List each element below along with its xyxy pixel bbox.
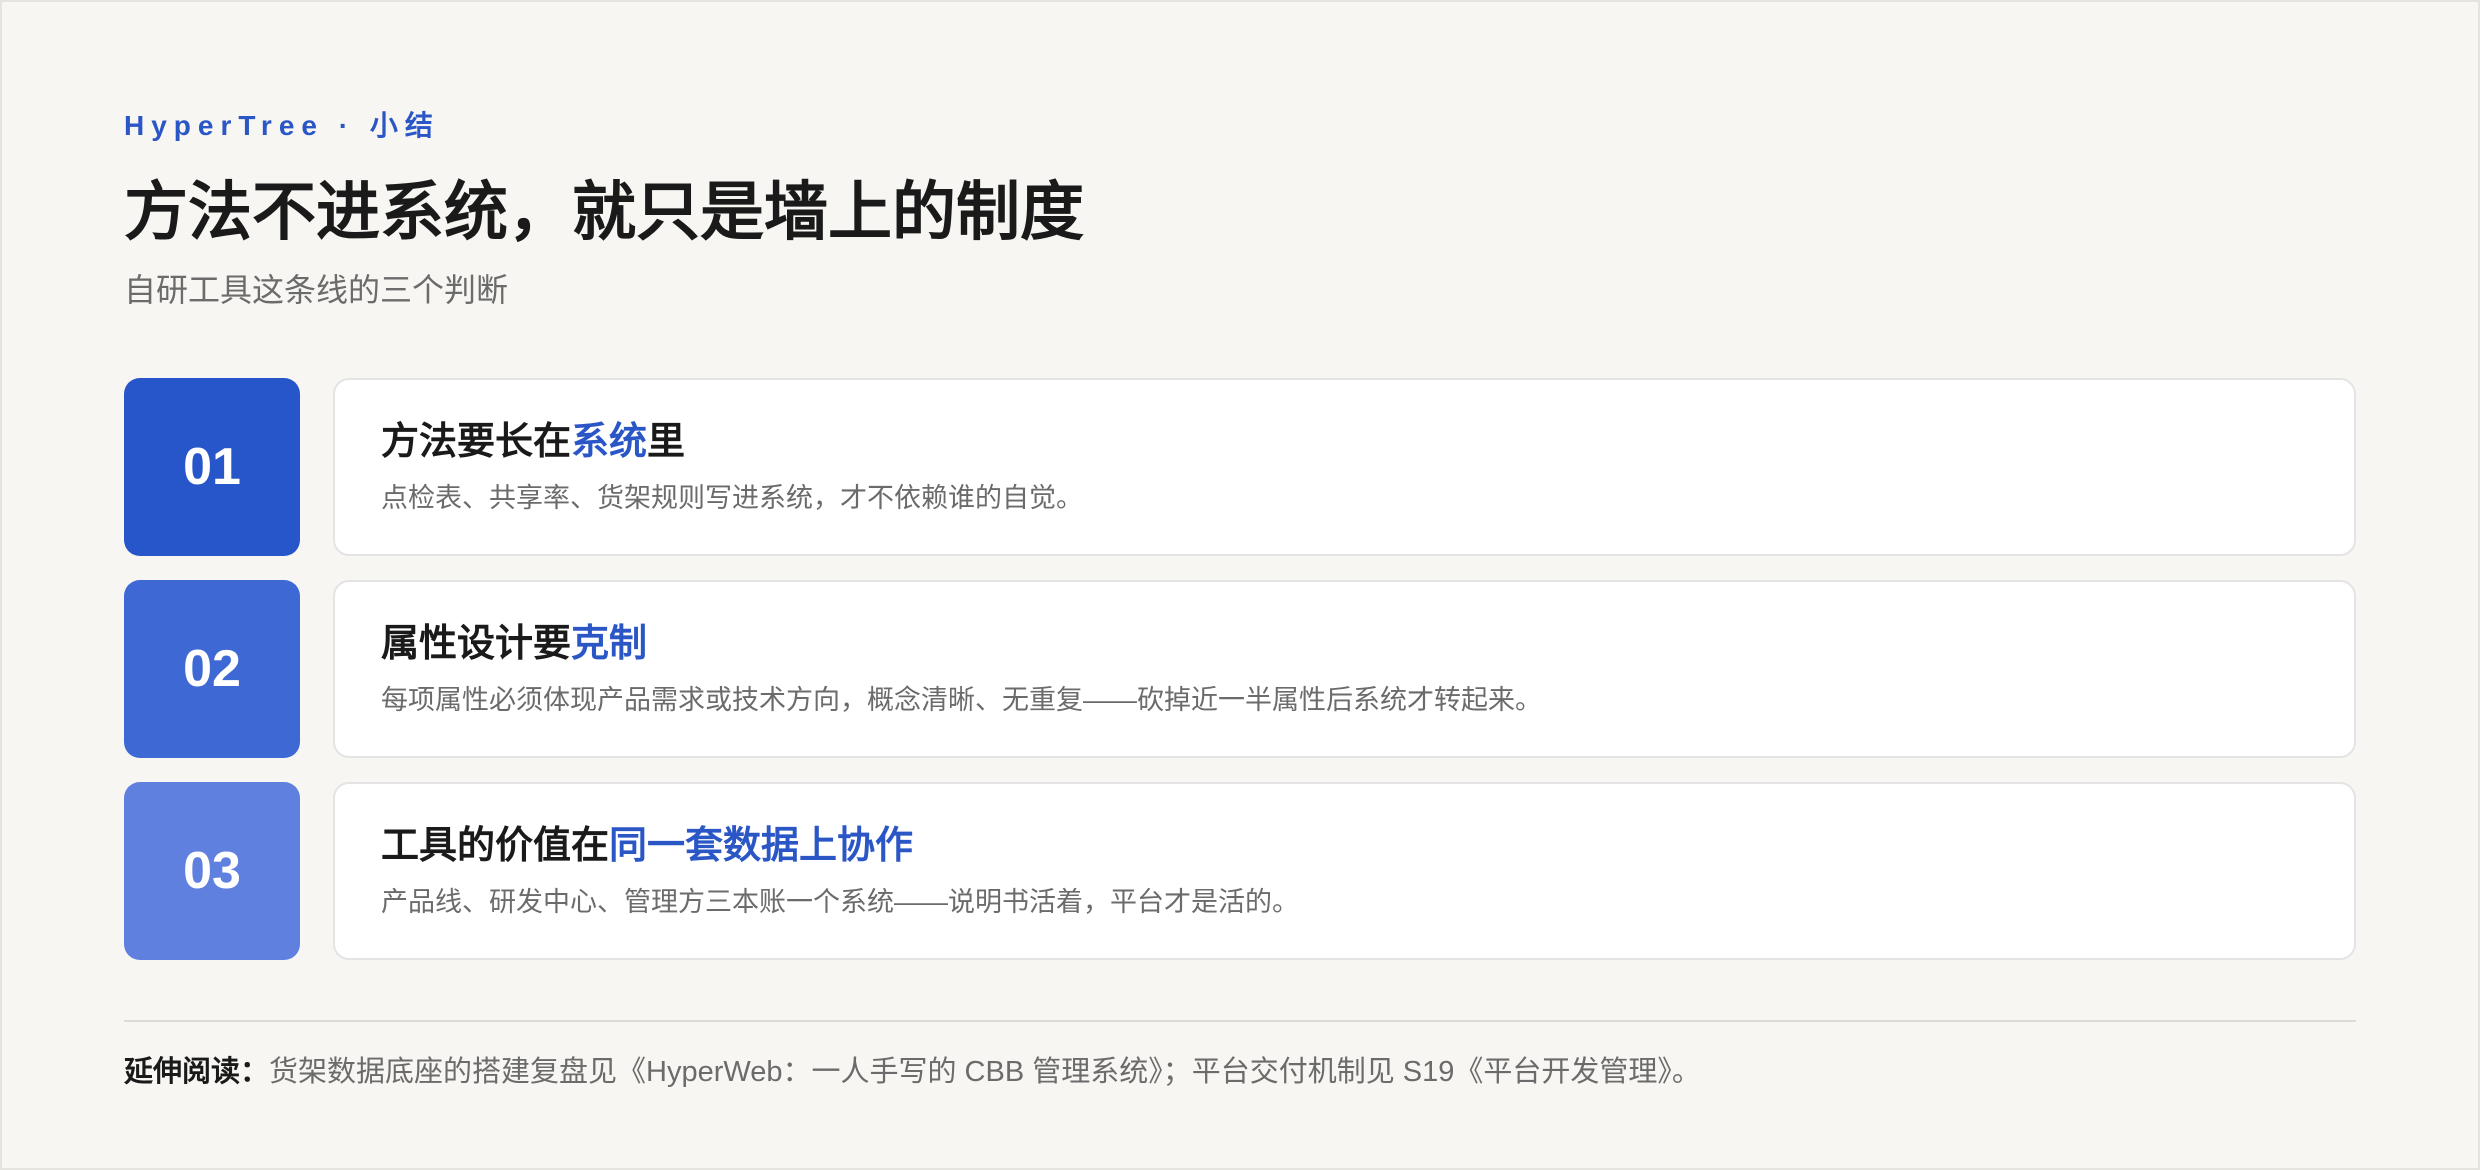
summary-list: 01 方法要长在系统里 点检表、共享率、货架规则写进系统，才不依赖谁的自觉。 0… (124, 378, 2356, 960)
eyebrow-label: HyperTree · 小结 (124, 110, 440, 141)
page-subtitle: 自研工具这条线的三个判断 (124, 272, 509, 308)
summary-item-2: 02 属性设计要克制 每项属性必须体现产品需求或技术方向，概念清晰、无重复——砍… (124, 580, 2356, 758)
summary-item-1: 01 方法要长在系统里 点检表、共享率、货架规则写进系统，才不依赖谁的自觉。 (124, 378, 2356, 556)
item-number-badge: 01 (124, 378, 300, 556)
further-reading: 延伸阅读：货架数据底座的搭建复盘见《HyperWeb：一人手写的 CBB 管理系… (124, 1050, 2356, 1094)
footer-divider (124, 1020, 2356, 1022)
item-title-highlight: 系统 (571, 421, 648, 463)
item-number-badge: 02 (124, 580, 300, 758)
summary-item-3: 03 工具的价值在同一套数据上协作 产品线、研发中心、管理方三本账一个系统——说… (124, 782, 2356, 960)
item-description: 每项属性必须体现产品需求或技术方向，概念清晰、无重复——砍掉近一半属性后系统才转… (381, 685, 1542, 715)
item-card: 方法要长在系统里 点检表、共享率、货架规则写进系统，才不依赖谁的自觉。 (333, 378, 2356, 556)
item-description: 产品线、研发中心、管理方三本账一个系统——说明书活着，平台才是活的。 (381, 887, 1299, 917)
item-title-highlight: 同一套数据上协作 (609, 825, 914, 867)
item-title-prefix: 属性设计要 (381, 623, 572, 665)
item-title-prefix: 工具的价值在 (381, 825, 610, 867)
item-title: 方法要长在系统里 (381, 416, 2308, 468)
item-number-badge: 03 (124, 782, 300, 960)
item-title: 工具的价值在同一套数据上协作 (381, 820, 2308, 872)
page-title: 方法不进系统，就只是墙上的制度 (124, 176, 1084, 248)
item-card: 工具的价值在同一套数据上协作 产品线、研发中心、管理方三本账一个系统——说明书活… (333, 782, 2356, 960)
item-card: 属性设计要克制 每项属性必须体现产品需求或技术方向，概念清晰、无重复——砍掉近一… (333, 580, 2356, 758)
item-title-highlight: 克制 (571, 623, 648, 665)
item-description: 点检表、共享率、货架规则写进系统，才不依赖谁的自觉。 (381, 483, 1083, 513)
item-title-suffix: 里 (647, 421, 686, 463)
item-title-prefix: 方法要长在 (381, 421, 572, 463)
slide: HyperTree · 小结 方法不进系统，就只是墙上的制度 自研工具这条线的三… (0, 0, 2480, 1170)
further-reading-text: 货架数据底座的搭建复盘见《HyperWeb：一人手写的 CBB 管理系统》；平台… (269, 1056, 1701, 1088)
item-title: 属性设计要克制 (381, 618, 2308, 670)
further-reading-label: 延伸阅读： (124, 1056, 270, 1088)
